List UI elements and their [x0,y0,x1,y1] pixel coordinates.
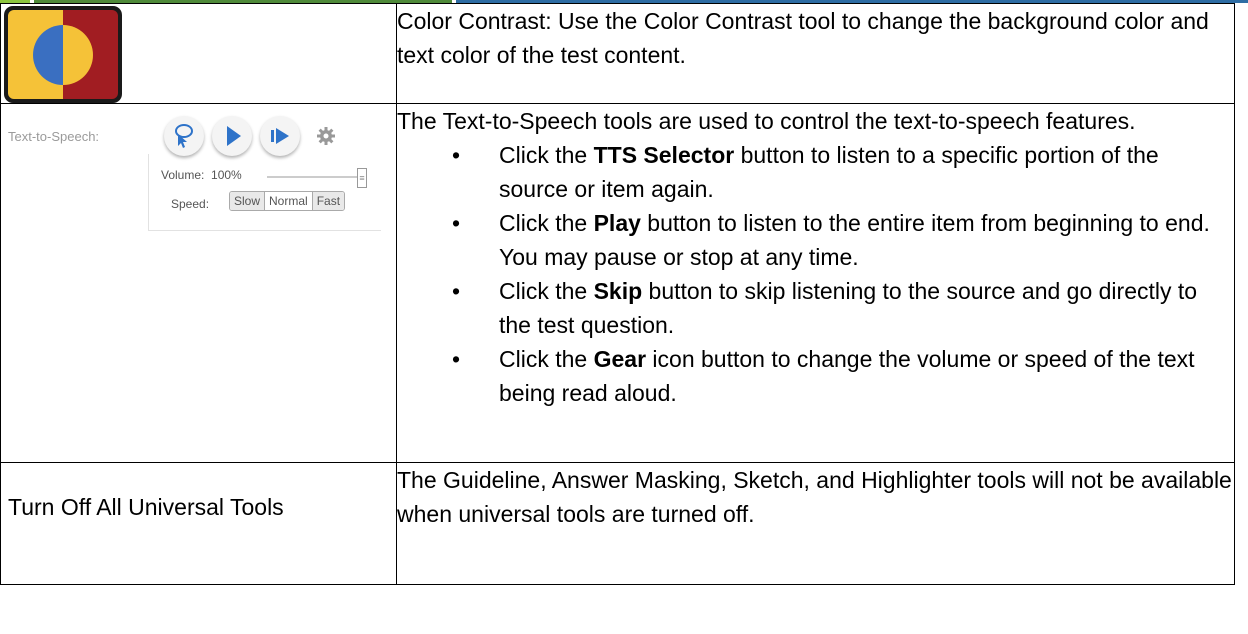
speed-option-fast[interactable]: Fast [312,192,345,210]
tts-selector-icon [175,124,193,148]
skip-icon [271,128,289,144]
table-row-color-contrast: Color Contrast: Use the Color Contrast t… [0,3,1235,104]
tts-label: Text-to-Speech: [8,129,100,144]
skip-button[interactable] [260,116,300,156]
tts-bullet-list: Click the TTS Selector button to listen … [397,138,1234,410]
turn-off-description: The Guideline, Answer Masking, Sketch, a… [397,467,1232,527]
color-contrast-icon [4,6,122,103]
speed-option-slow[interactable]: Slow [230,192,266,210]
volume-value: 100% [211,168,242,182]
list-item: Click the Gear icon button to change the… [452,342,1234,410]
speed-label: Speed: [171,197,210,211]
cell-color-contrast-text: Color Contrast: Use the Color Contrast t… [396,3,1235,104]
volume-slider-track[interactable] [267,176,361,178]
tts-selector-button[interactable] [164,116,204,156]
contrast-circle-icon [33,25,93,85]
cell-turn-off-text: The Guideline, Answer Masking, Sketch, a… [396,462,1235,585]
speed-selector: Slow Normal Fast [229,191,346,211]
tts-settings-panel: Volume: 100% ≡ Speed: Slow Normal Fast [148,154,381,231]
volume-slider-thumb[interactable]: ≡ [357,168,367,188]
color-contrast-description: Color Contrast: Use the Color Contrast t… [397,8,1209,68]
list-item: Click the TTS Selector button to listen … [452,138,1234,206]
tts-intro: The Text-to-Speech tools are used to con… [397,108,1136,134]
tts-widget: Text-to-Speech: Volume: 100% ≡ Speed: Sl… [0,104,382,232]
play-button[interactable] [212,116,252,156]
play-icon [227,126,241,146]
speed-option-normal[interactable]: Normal [265,192,313,210]
gear-icon[interactable] [316,126,336,146]
list-item: Click the Skip button to skip listening … [452,274,1234,342]
volume-label: Volume: 100% [161,168,242,182]
turn-off-tools-label: Turn Off All Universal Tools [8,494,284,520]
cell-tts-text: The Text-to-Speech tools are used to con… [396,103,1235,463]
list-item: Click the Play button to listen to the e… [452,206,1234,274]
